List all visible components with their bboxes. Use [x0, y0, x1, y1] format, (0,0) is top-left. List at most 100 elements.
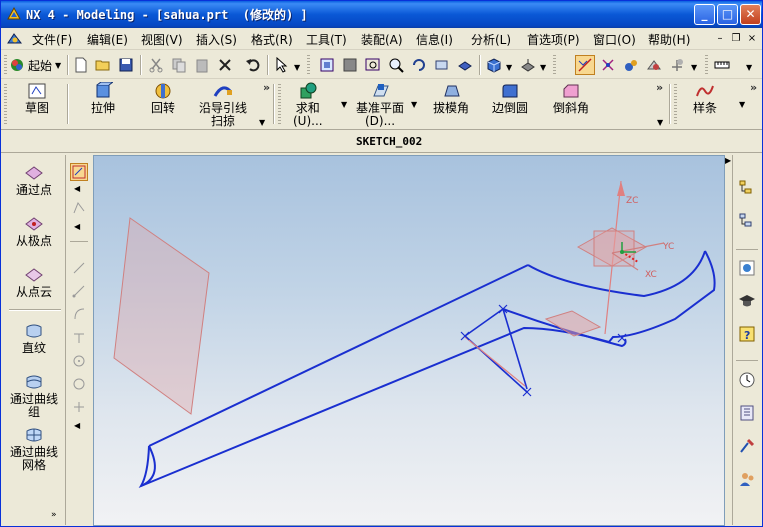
- menu-edit[interactable]: 编辑(E): [87, 31, 128, 48]
- fit-icon[interactable]: [317, 55, 337, 75]
- roles-icon[interactable]: [736, 468, 758, 490]
- zoom-icon[interactable]: [386, 55, 406, 75]
- unite-button[interactable]: 求和 (U)...: [293, 82, 323, 128]
- reuse-library-icon[interactable]: [736, 402, 758, 424]
- select-filter-icon[interactable]: [272, 55, 292, 75]
- datum-axis-line[interactable]: [464, 336, 526, 387]
- small-datum-plane[interactable]: [544, 310, 602, 337]
- overflow-chevron-icon[interactable]: »: [750, 81, 757, 94]
- mdi-minimize-button[interactable]: –: [713, 32, 727, 46]
- line-icon[interactable]: [70, 259, 88, 277]
- sketch-point-marker[interactable]: [460, 331, 470, 341]
- menu-assembly[interactable]: 装配(A): [361, 31, 403, 48]
- from-poles-button[interactable]: 从极点: [3, 216, 65, 248]
- revolve-button[interactable]: 回转: [151, 82, 175, 115]
- menu-file[interactable]: 文件(F): [32, 31, 72, 48]
- menu-window[interactable]: 窗口(O): [593, 31, 636, 48]
- panel-more-chevron-icon[interactable]: »: [51, 510, 57, 520]
- guide-line-upper[interactable]: [502, 308, 528, 390]
- copy-icon[interactable]: [169, 55, 189, 75]
- arc-line-icon[interactable]: [70, 282, 88, 300]
- point-icon[interactable]: [70, 398, 88, 416]
- title-bar[interactable]: NX 4 - Modeling - [sahua.prt (修改的) ] _ □…: [1, 1, 762, 28]
- save-icon[interactable]: [116, 55, 136, 75]
- overflow-chevron-icon[interactable]: »: [656, 81, 663, 94]
- zoom-window-icon[interactable]: [340, 55, 360, 75]
- datum-plane-left[interactable]: [113, 217, 210, 415]
- maximize-button[interactable]: □: [717, 4, 738, 25]
- model-canvas[interactable]: ZC YC XC: [94, 156, 725, 526]
- ruler-dropdown-arrow-icon[interactable]: ▼: [746, 63, 752, 72]
- menu-preferences[interactable]: 首选项(P): [527, 31, 580, 48]
- ruler-icon[interactable]: [712, 55, 732, 75]
- cut-icon[interactable]: [146, 55, 166, 75]
- toolbar-grip[interactable]: [705, 55, 708, 75]
- ruled-button[interactable]: 直纹: [3, 323, 65, 355]
- new-file-icon[interactable]: [71, 55, 91, 75]
- wcs-dropdown-arrow-icon[interactable]: ▼: [691, 63, 697, 72]
- resource-bar-scroll-arrow-icon[interactable]: ▶: [725, 156, 731, 165]
- layer-icon[interactable]: [621, 55, 641, 75]
- shaded-cube-icon[interactable]: [484, 55, 504, 75]
- through-points-button[interactable]: 通过点: [3, 165, 65, 197]
- toolbar-grip[interactable]: [307, 55, 310, 75]
- spline-button[interactable]: 样条: [693, 82, 717, 115]
- chamfer-button[interactable]: 倒斜角: [553, 82, 589, 115]
- constraint-icon[interactable]: [70, 199, 88, 217]
- sketch-mode-icon[interactable]: [70, 163, 88, 181]
- history-icon[interactable]: [736, 369, 758, 391]
- undo-icon[interactable]: [243, 55, 263, 75]
- internet-explorer-icon[interactable]: [736, 257, 758, 279]
- zoom-area-icon[interactable]: [363, 55, 383, 75]
- document-app-icon[interactable]: [7, 31, 23, 47]
- close-button[interactable]: ✕: [740, 4, 761, 25]
- spline-dropdown-arrow-icon[interactable]: ▼: [739, 100, 745, 109]
- sketch-dropdown-arrow-icon[interactable]: ◀: [74, 184, 80, 193]
- guide-line-lower[interactable]: [464, 308, 504, 337]
- view-dropdown-arrow-icon[interactable]: ▼: [540, 63, 546, 72]
- rotate-icon[interactable]: [409, 55, 429, 75]
- toolbar-grip[interactable]: [278, 84, 281, 126]
- menu-analysis[interactable]: 分析(L): [471, 31, 511, 48]
- extrude-button[interactable]: 拉伸: [91, 82, 115, 115]
- pan-icon[interactable]: [432, 55, 452, 75]
- toolbar-grip[interactable]: [553, 55, 556, 75]
- wcs-origin-marker[interactable]: [620, 250, 624, 254]
- sketch-point-marker[interactable]: [522, 387, 532, 397]
- overflow-chevron-icon[interactable]: »: [263, 81, 270, 94]
- part-navigator-icon[interactable]: [736, 210, 758, 232]
- selection-intent-icon[interactable]: [575, 55, 595, 75]
- help-icon[interactable]: ?: [736, 323, 758, 345]
- datum-plane-button[interactable]: 基准平面 (D)...: [356, 82, 404, 128]
- show-hide-icon[interactable]: [644, 55, 664, 75]
- feature-group1-dropdown-icon[interactable]: ▼: [259, 118, 265, 127]
- paste-icon[interactable]: [192, 55, 212, 75]
- sketch-point-marker[interactable]: [617, 333, 627, 343]
- datum-dropdown-arrow-icon[interactable]: ▼: [411, 100, 417, 109]
- menu-tools[interactable]: 工具(T): [306, 31, 347, 48]
- snap-point-icon[interactable]: [598, 55, 618, 75]
- graphics-viewport[interactable]: ZC YC XC: [93, 155, 725, 526]
- open-folder-icon[interactable]: [93, 55, 113, 75]
- training-icon[interactable]: [736, 290, 758, 312]
- menu-information[interactable]: 信息(I): [416, 31, 453, 48]
- through-curve-mesh-button[interactable]: 通过曲线 网格: [3, 427, 65, 472]
- arc-icon[interactable]: [70, 305, 88, 323]
- menu-insert[interactable]: 插入(S): [196, 31, 237, 48]
- edge-blend-button[interactable]: 边倒圆: [492, 82, 528, 115]
- mdi-close-button[interactable]: ×: [745, 32, 759, 46]
- from-point-cloud-button[interactable]: 从点云: [3, 267, 65, 299]
- wcs-icon[interactable]: [667, 55, 687, 75]
- delete-icon[interactable]: [215, 55, 235, 75]
- constraint-dropdown-arrow-icon[interactable]: ◀: [74, 222, 80, 231]
- mdi-restore-button[interactable]: ❐: [729, 32, 743, 46]
- render-style-icon[interactable]: [455, 55, 475, 75]
- process-studio-icon[interactable]: [736, 435, 758, 457]
- draft-button[interactable]: 拔模角: [433, 82, 469, 115]
- sweep-along-guide-button[interactable]: 沿导引线 扫掠: [199, 82, 247, 128]
- menu-help[interactable]: 帮助(H): [648, 31, 690, 48]
- toolbar-grip[interactable]: [674, 84, 677, 126]
- sweep-outline-curve[interactable]: [138, 250, 716, 489]
- select-dropdown-arrow-icon[interactable]: ▼: [294, 63, 300, 72]
- fillet-icon[interactable]: [70, 328, 88, 346]
